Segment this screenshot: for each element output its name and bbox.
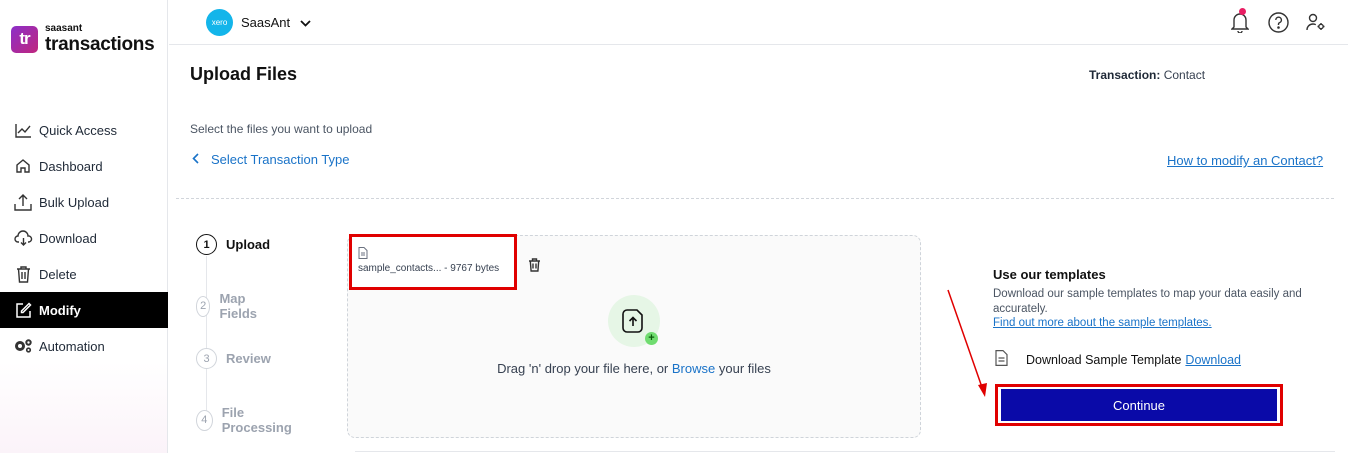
sidebar-item-label: Download: [39, 230, 97, 246]
gears-icon: [13, 336, 33, 356]
top-actions: [1228, 8, 1328, 34]
step-map-fields: 2 Map Fields: [196, 291, 264, 321]
file-icon: [358, 246, 368, 264]
logo-text: saasant transactions: [45, 23, 155, 55]
org-name: SaasAnt: [241, 15, 291, 30]
sidebar-item-label: Dashboard: [39, 158, 103, 174]
drop-suffix: your files: [718, 361, 771, 376]
chart-line-icon: [13, 120, 33, 140]
sample-templates-info-link[interactable]: Find out more about the sample templates…: [993, 317, 1212, 329]
top-bar: xero SaasAnt: [169, 0, 1348, 45]
step-label: Map Fields: [219, 291, 258, 321]
download-template-text: Download Sample Template: [1026, 352, 1182, 367]
org-switcher[interactable]: xero SaasAnt: [206, 9, 311, 36]
sidebar-item-label: Automation: [39, 338, 105, 354]
step-label: File Processing: [221, 405, 292, 435]
user-settings-icon[interactable]: [1304, 10, 1328, 34]
sidebar-item-modify[interactable]: Modify: [0, 292, 168, 328]
notification-dot: [1239, 8, 1246, 15]
plus-icon: +: [645, 332, 658, 345]
bottom-divider: [355, 451, 1335, 452]
how-to-modify-link[interactable]: How to modify an Contact?: [1167, 153, 1323, 168]
step-label: Upload: [226, 237, 271, 252]
drop-prefix: Drag 'n' drop your file here, or: [497, 361, 669, 376]
dropzone-text: Drag 'n' drop your file here, or Browse …: [347, 361, 921, 376]
logo-small-text: saasant: [45, 23, 83, 34]
edit-icon: [13, 300, 33, 320]
logo-mark: tr: [11, 25, 38, 53]
document-icon: [995, 350, 1008, 369]
uploaded-file-name: sample_contacts... - 9767 bytes: [358, 263, 500, 274]
xero-logo: xero: [206, 9, 233, 36]
stepper-line: [206, 256, 207, 416]
sidebar-item-delete[interactable]: Delete: [0, 256, 168, 292]
sidebar-item-dashboard[interactable]: Dashboard: [0, 148, 168, 184]
continue-button[interactable]: Continue: [1001, 389, 1277, 421]
back-link-label: Select Transaction Type: [211, 152, 350, 167]
templates-description: Download our sample templates to map you…: [993, 288, 1302, 315]
sidebar-item-quick-access[interactable]: Quick Access: [0, 112, 168, 148]
download-template-row: Download Sample Template Download: [995, 350, 1241, 369]
trash-icon: [13, 264, 33, 284]
help-icon[interactable]: [1266, 10, 1290, 34]
page-title: Upload Files: [190, 64, 298, 84]
sidebar-item-label: Quick Access: [39, 122, 118, 138]
transaction-info: Transaction: Contact: [1089, 68, 1205, 82]
continue-highlight: Continue: [995, 384, 1283, 426]
step-label: Review: [226, 351, 271, 366]
logo-big-text: transactions: [45, 34, 155, 55]
step-number: 1: [196, 234, 217, 255]
uploaded-file-chip: sample_contacts... - 9767 bytes: [349, 234, 517, 290]
download-template-link[interactable]: Download: [1185, 353, 1241, 367]
sidebar-item-download[interactable]: Download: [0, 220, 168, 256]
sidebar-item-label: Bulk Upload: [39, 194, 110, 210]
sidebar: tr saasant transactions Quick Access Das…: [0, 0, 168, 453]
chevron-down-icon: [300, 14, 311, 32]
sidebar-item-label: Modify: [39, 302, 81, 318]
upload-icon: [13, 192, 33, 212]
step-upload: 1 Upload: [196, 234, 270, 255]
step-file-processing: 4 File Processing: [196, 405, 296, 435]
transaction-value: Contact: [1163, 68, 1206, 82]
sidebar-item-label: Delete: [39, 266, 77, 282]
cloud-download-icon: [13, 228, 33, 248]
home-icon: [13, 156, 33, 176]
browse-link[interactable]: Browse: [672, 361, 715, 376]
section-divider: [176, 198, 1334, 199]
templates-title: Use our templates: [993, 267, 1106, 282]
sidebar-nav: Quick Access Dashboard Bulk Upload Downl…: [0, 112, 168, 364]
app-logo[interactable]: tr saasant transactions: [11, 23, 155, 55]
chevron-left-icon: [192, 152, 199, 167]
step-review: 3 Review: [196, 348, 271, 369]
step-number: 3: [196, 348, 217, 369]
select-transaction-type-link[interactable]: Select Transaction Type: [192, 152, 350, 167]
notification-bell-icon[interactable]: [1228, 8, 1252, 34]
annotation-arrow: [947, 289, 987, 397]
step-number: 2: [196, 295, 211, 317]
sidebar-item-automation[interactable]: Automation: [0, 328, 168, 364]
sidebar-item-bulk-upload[interactable]: Bulk Upload: [0, 184, 168, 220]
transaction-label: Transaction:: [1089, 68, 1161, 82]
step-number: 4: [196, 409, 213, 431]
remove-file-trash-icon[interactable]: [528, 258, 541, 277]
page-subtitle: Select the files you want to upload: [190, 122, 373, 136]
